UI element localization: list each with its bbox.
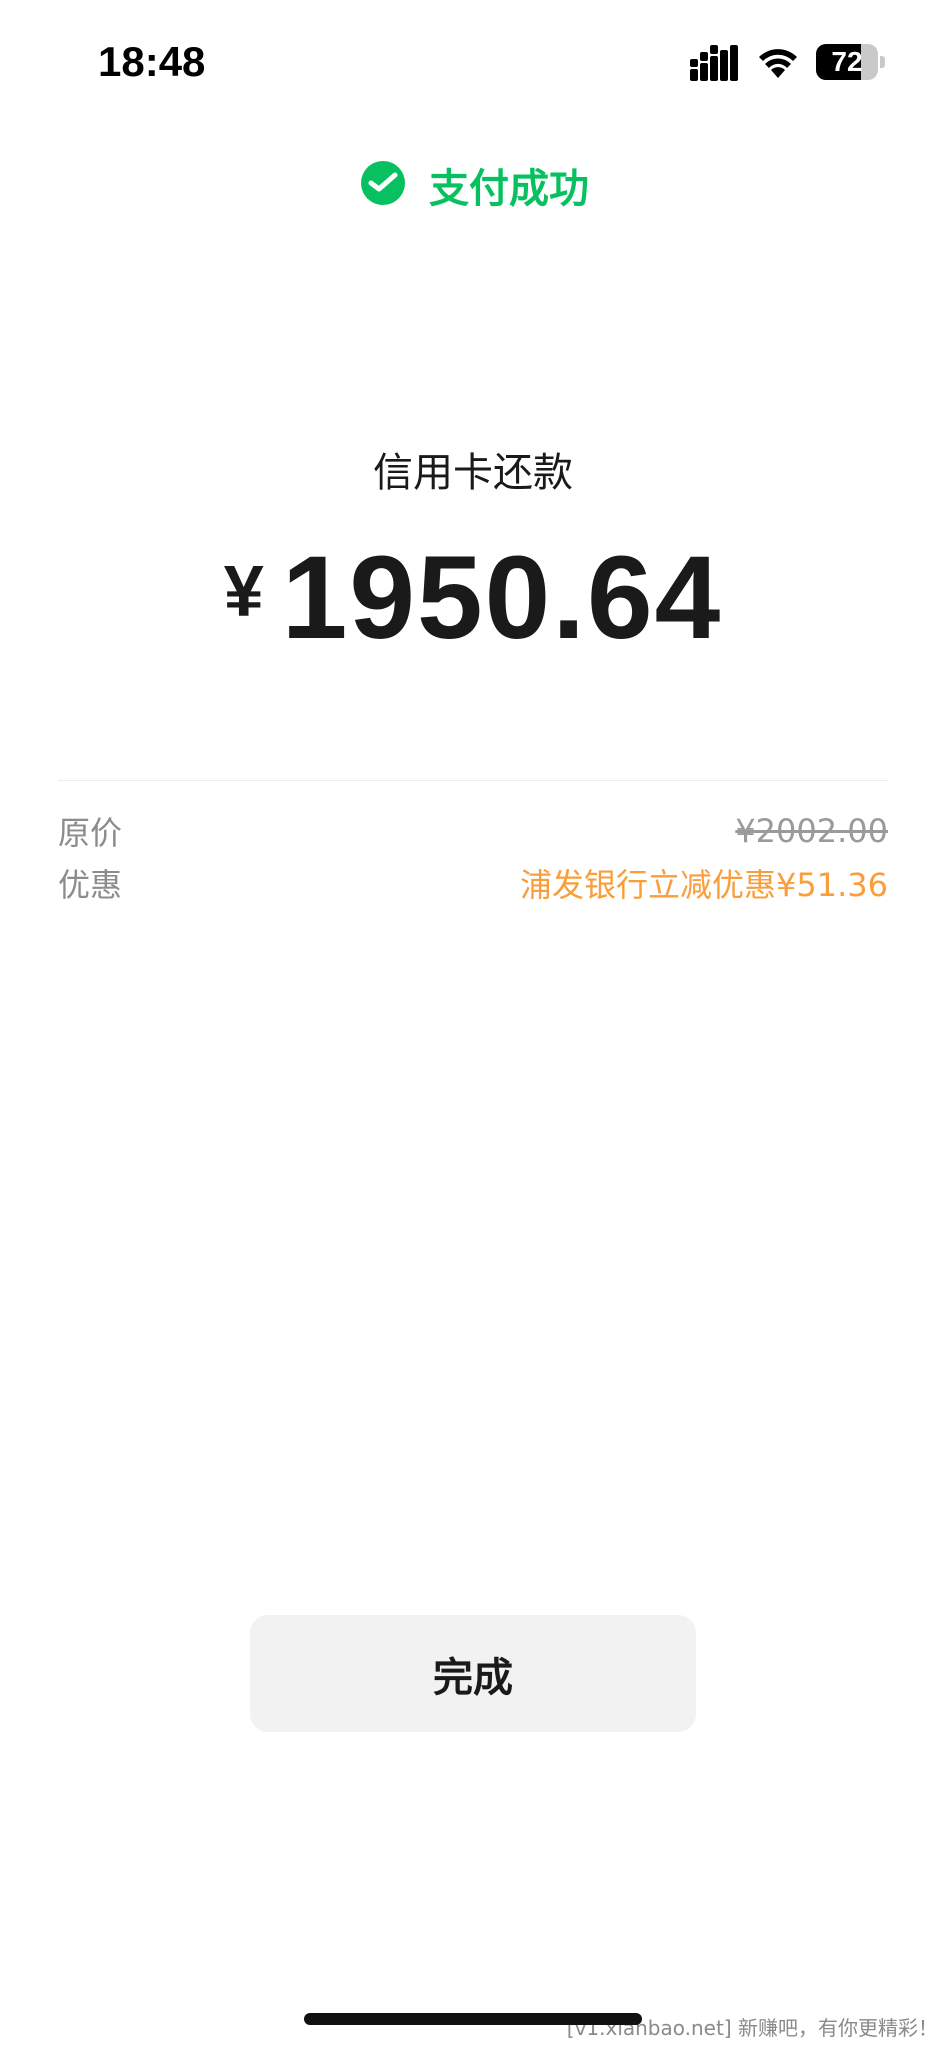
- payment-amount: ¥ 1950.64: [0, 530, 946, 666]
- status-time: 18:48: [98, 38, 206, 85]
- original-price-value: ¥2002.00: [735, 812, 888, 850]
- original-price-row: 原价 ¥2002.00: [58, 806, 888, 856]
- merchant-name: 信用卡还款: [373, 450, 573, 496]
- home-indicator[interactable]: [304, 2013, 642, 2025]
- wifi-icon: [759, 49, 797, 78]
- currency-symbol: ¥: [223, 552, 264, 632]
- original-price-label: 原价: [58, 814, 123, 852]
- divider: [58, 780, 888, 781]
- wechat-pay-icon: [361, 161, 405, 205]
- payment-success-header: 支付成功: [0, 150, 946, 220]
- battery-icon: 72: [816, 44, 886, 80]
- discount-label: 优惠: [58, 866, 123, 904]
- success-title: 支付成功: [429, 166, 589, 212]
- status-bar: 18:48 72: [0, 0, 946, 120]
- discount-value: 浦发银行立减优惠¥51.36: [520, 866, 888, 904]
- discount-row: 优惠 浦发银行立减优惠¥51.36: [58, 858, 888, 908]
- battery-percentage: 72: [831, 46, 863, 77]
- signal-icon: [690, 45, 738, 81]
- amount-value: 1950.64: [281, 532, 723, 664]
- done-button[interactable]: 完成: [250, 1615, 696, 1732]
